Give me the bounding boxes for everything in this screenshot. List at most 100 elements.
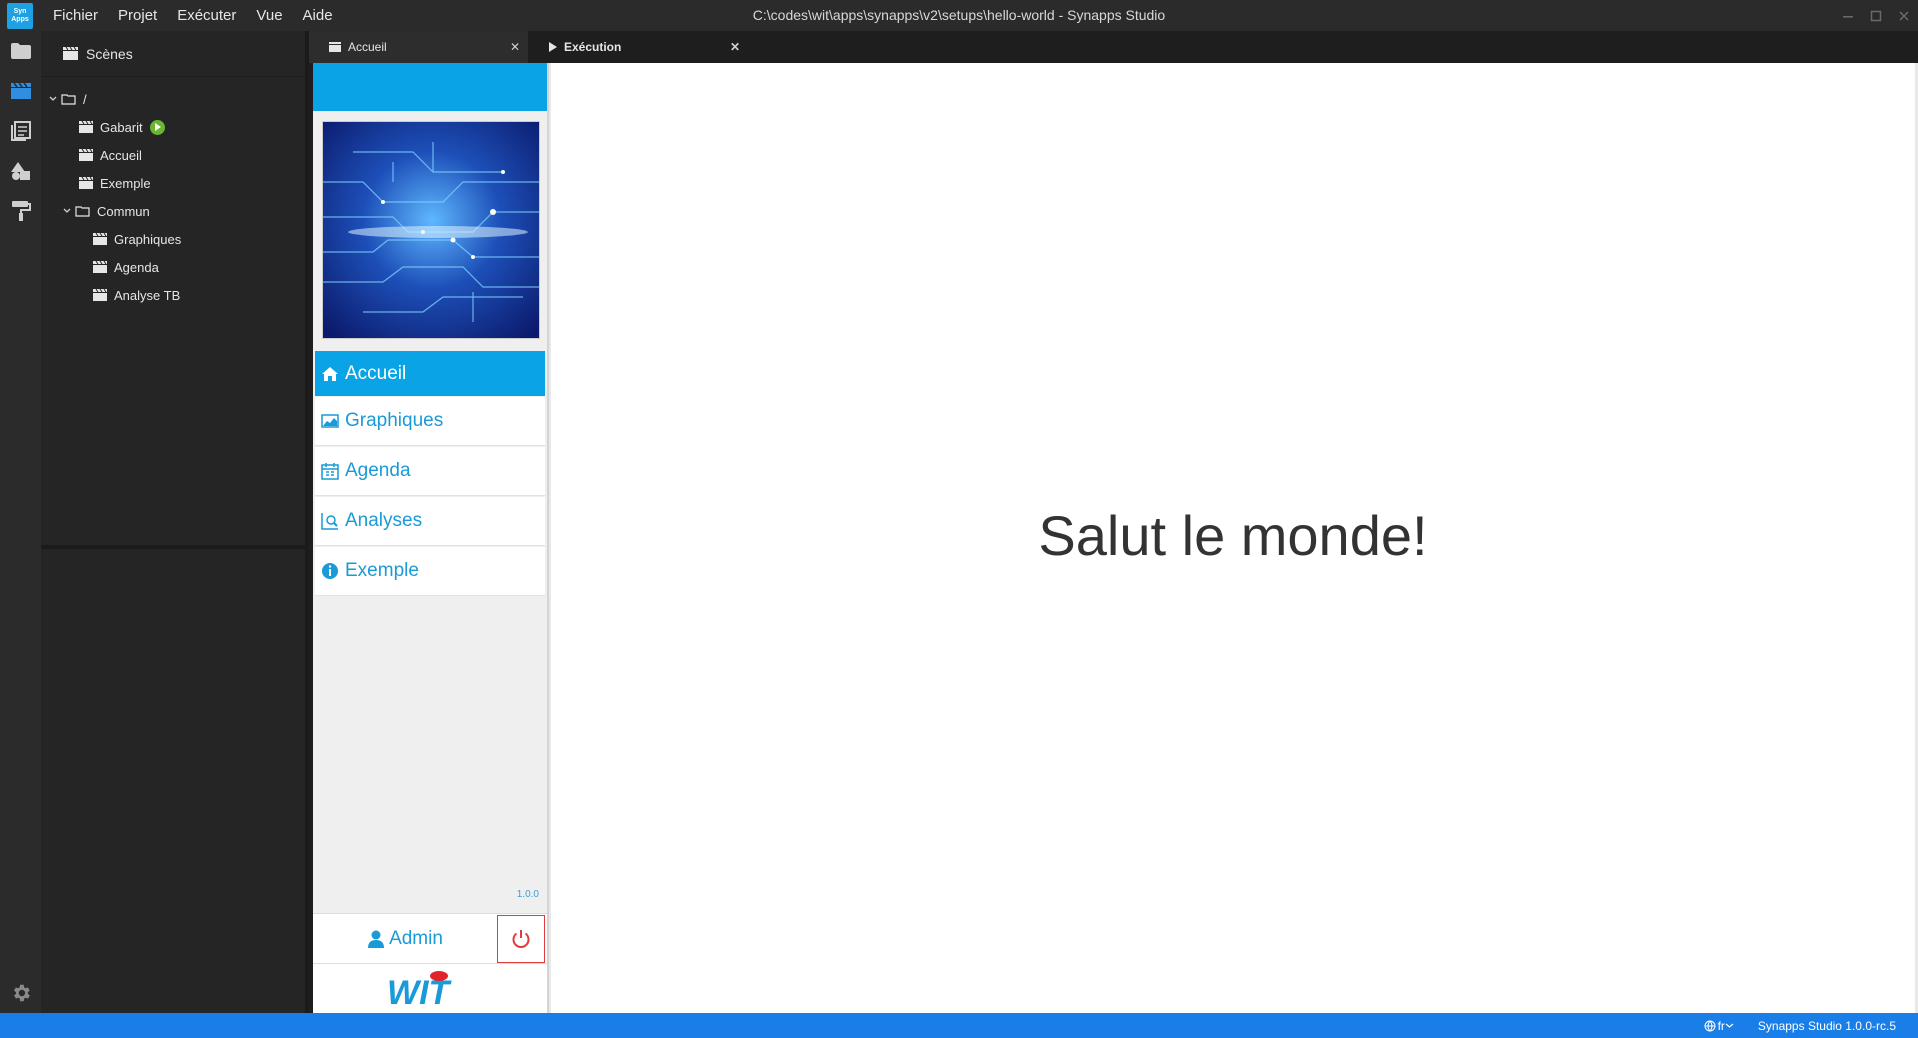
scene-tree: / Gabarit Accueil Exemple Commun Graphiq… [41,77,305,549]
tree-root-folder[interactable]: / [41,85,305,113]
maximize-icon [1870,10,1882,21]
tab-label-accueil: Accueil [348,40,387,54]
language-selector[interactable]: fr [1704,1019,1736,1033]
menu-executer[interactable]: Exécuter [167,0,246,31]
minimize-icon [1843,15,1853,17]
clapperboard-icon [93,289,107,301]
nav-item-agenda[interactable]: Agenda [315,447,545,496]
tree-label-agenda: Agenda [114,259,159,275]
scenes-panel-title: Scènes [86,45,133,62]
logout-button[interactable] [497,914,545,963]
activity-shapes[interactable] [0,151,41,191]
close-icon [1899,10,1909,21]
tree-label-exemple: Exemple [100,175,151,191]
app-header-band [313,63,547,111]
nav-label-analyses: Analyses [345,510,423,531]
synapps-studio-window: Syn Apps Fichier Projet Exécuter Vue Aid… [0,0,1918,1038]
user-bar: Admin [313,913,547,963]
tree-item-agenda[interactable]: Agenda [41,253,305,281]
close-tab-icon[interactable]: ✕ [510,40,520,54]
activity-theme[interactable] [0,191,41,231]
hello-world-text: Salut le monde! [1038,504,1428,567]
clapperboard-icon [79,149,93,161]
home-icon [321,366,343,382]
title-bar: Syn Apps Fichier Projet Exécuter Vue Aid… [0,0,1918,31]
app-side-menu: Accueil Graphiques Agenda Analyses Exemp… [313,63,549,1013]
status-version: Synapps Studio 1.0.0-rc.5 [1757,1018,1896,1033]
calendar-icon [321,462,343,480]
start-scene-play-icon [149,119,165,135]
activity-pages[interactable] [0,111,41,151]
gear-icon [13,984,30,1002]
wit-logo: WIT [313,963,547,1013]
scenes-panel: Scènes / Gabarit Accueil Exemple Commun … [41,31,309,1013]
pages-icon [10,121,31,141]
activity-scenes[interactable] [0,71,41,111]
tree-item-graphiques[interactable]: Graphiques [41,225,305,253]
minimize-button[interactable] [1834,0,1862,31]
scenes-panel-header: Scènes [41,31,305,77]
tree-item-accueil[interactable]: Accueil [41,141,305,169]
clapperboard-icon [329,42,341,52]
chevron-down-icon[interactable] [45,94,61,104]
tab-execution[interactable]: Exécution ✕ [529,31,749,63]
play-icon [549,42,557,52]
tab-accueil[interactable]: Accueil ✕ [309,31,529,63]
globe-icon [1704,1020,1716,1032]
paint-roller-icon [11,201,31,221]
tree-label-analyse-tb: Analyse TB [114,287,181,303]
activity-bar [0,31,41,1013]
editor-tabs: Accueil ✕ Exécution ✕ [309,31,1918,63]
activity-explorer[interactable] [0,31,41,71]
nav-label-exemple: Exemple [345,560,419,581]
circuit-banner-image [322,121,540,339]
status-bar: fr Synapps Studio 1.0.0-rc.5 [0,1013,1918,1038]
chart-icon [321,413,343,429]
user-name: Admin [389,927,443,949]
nav-item-graphiques[interactable]: Graphiques [315,397,545,446]
menu-aide[interactable]: Aide [293,0,343,31]
close-tab-icon[interactable]: ✕ [730,40,740,54]
nav-item-analyses[interactable]: Analyses [315,497,545,546]
nav-item-accueil[interactable]: Accueil [315,351,545,396]
user-icon [368,930,385,948]
language-code: fr [1717,1018,1725,1033]
power-icon [512,929,530,948]
menu-vue[interactable]: Vue [246,0,292,31]
scene-content: Salut le monde! [551,63,1915,1013]
shapes-icon [10,162,30,180]
clapperboard-icon [63,47,78,60]
tab-label-execution: Exécution [564,40,622,54]
tree-item-analyse-tb[interactable]: Analyse TB [41,281,305,309]
tree-item-exemple[interactable]: Exemple [41,169,305,197]
app-logo: Syn Apps [7,2,33,29]
tree-label-graphiques: Graphiques [114,231,182,247]
maximize-button[interactable] [1862,0,1890,31]
tree-folder-commun[interactable]: Commun [41,197,305,225]
clapperboard-icon [93,233,107,245]
menu-fichier[interactable]: Fichier [43,0,108,31]
clapperboard-icon [93,261,107,273]
nav-label-graphiques: Graphiques [345,410,444,431]
menu-projet[interactable]: Projet [108,0,167,31]
activity-settings[interactable] [0,973,41,1013]
tree-label-commun: Commun [97,203,150,219]
folder-outline-icon [61,93,76,105]
tree-label-gabarit: Gabarit [100,119,143,135]
analysis-icon [321,512,343,530]
chevron-down-icon [1725,1023,1734,1028]
nav-label-accueil: Accueil [345,362,407,384]
folder-icon [10,43,31,59]
nav-label-agenda: Agenda [345,460,411,481]
tree-label-root: / [83,91,87,107]
nav-item-exemple[interactable]: Exemple [315,547,545,596]
user-admin-link[interactable]: Admin [313,928,497,950]
folder-outline-icon [75,205,90,217]
menu-bar: Fichier Projet Exécuter Vue Aide [43,0,343,31]
tree-item-gabarit[interactable]: Gabarit [41,113,305,141]
execution-preview: Accueil Graphiques Agenda Analyses Exemp… [313,63,1918,1013]
clapperboard-icon [79,177,93,189]
clapperboard-icon [10,82,31,99]
chevron-down-icon[interactable] [59,206,75,216]
close-window-button[interactable] [1890,0,1918,31]
